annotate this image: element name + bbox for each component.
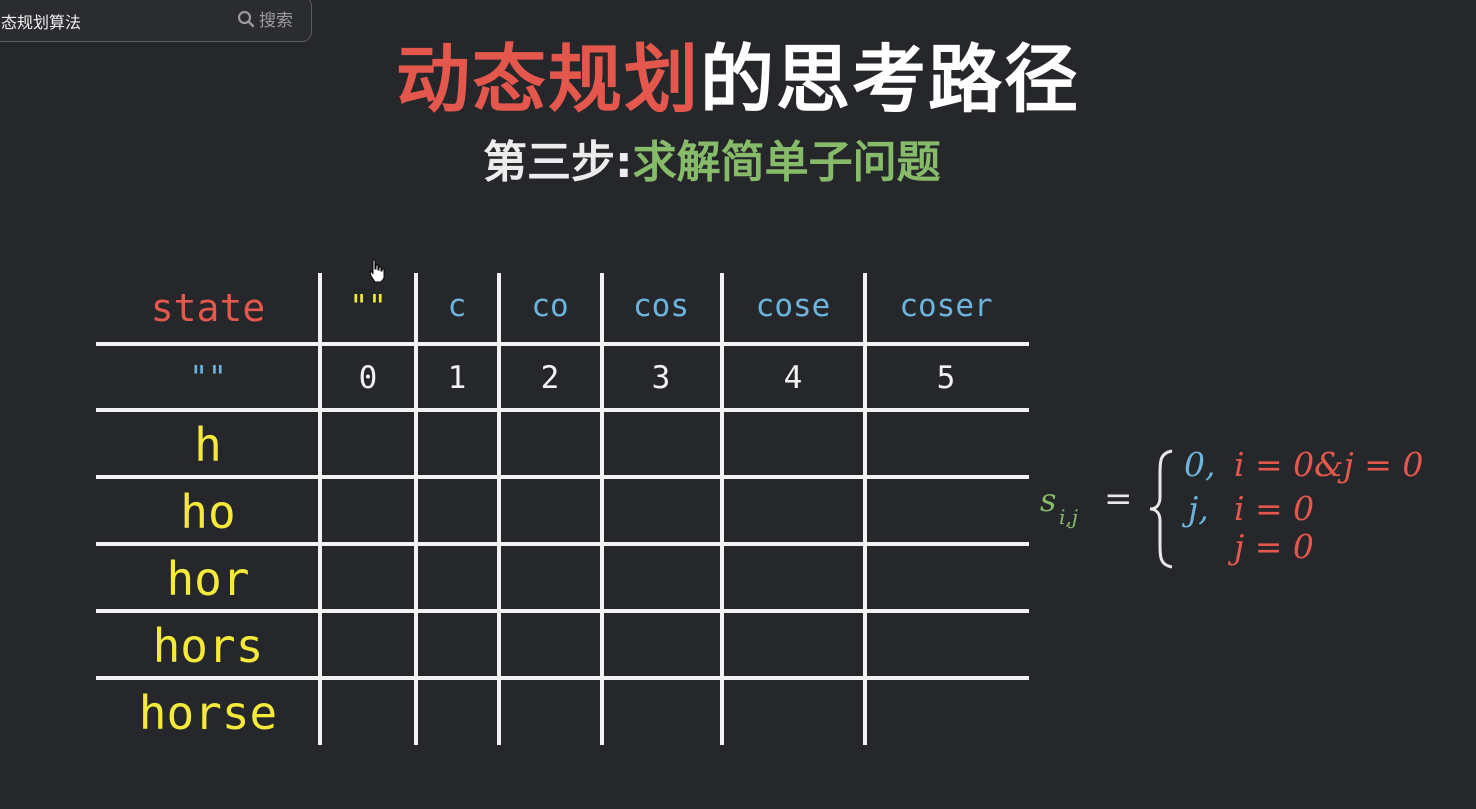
column-header: "" [349,289,387,325]
grid-line [414,273,418,745]
grid-line [96,342,1029,346]
table-cell: 0 [358,360,378,396]
formula-symbol: s [1040,481,1057,519]
column-header: c [447,288,467,324]
row-header: hor [166,552,250,606]
row-header: horse [138,686,278,740]
subtitle-label: 第三步: [483,137,633,188]
case-value: 0, [1184,445,1216,484]
case-value: j, [1188,489,1209,528]
row-header: h [194,418,222,472]
formula-subscript: i,j [1059,505,1078,529]
case-condition: i = 0&j = 0 [1234,445,1424,484]
row-header: ho [180,485,236,539]
table-cell: 1 [447,360,467,396]
row-header: "" [189,360,227,396]
row-header: hors [152,619,264,673]
grid-line [96,475,1029,479]
left-brace-icon [1149,449,1173,569]
formula-equals: = [1104,479,1133,519]
table-cell: 3 [651,360,671,396]
column-header: coser [899,288,993,324]
grid-line [318,273,322,745]
grid-line [96,542,1029,546]
column-header: cos [633,288,689,324]
table-cell: 5 [936,360,956,396]
grid-line [96,676,1029,680]
grid-line [497,273,501,745]
grid-line [720,273,724,745]
grid-line [96,408,1029,412]
table-cell: 4 [783,360,803,396]
column-header: cose [755,288,831,324]
column-header: co [531,288,569,324]
page-subtitle: 第三步:求解简单子问题 [483,126,941,190]
table-cell: 2 [540,360,560,396]
subtitle-accent: 求解简单子问题 [632,137,941,188]
page-title: 动态规划的思考路径 [0,20,1476,127]
grid-line [96,609,1029,613]
grid-line [600,273,604,745]
case-condition: j = 0 [1234,527,1314,566]
title-rest: 的思考路径 [700,37,1080,123]
recurrence-formula: s i,j = 0, i = 0&j = 0 j, i = 0 j = 0 [1040,445,1460,575]
hand-cursor-icon [369,259,385,283]
title-accent: 动态规划 [396,37,700,123]
grid-line [863,273,867,745]
case-condition: i = 0 [1234,489,1315,528]
table-corner-label: state [150,286,266,330]
